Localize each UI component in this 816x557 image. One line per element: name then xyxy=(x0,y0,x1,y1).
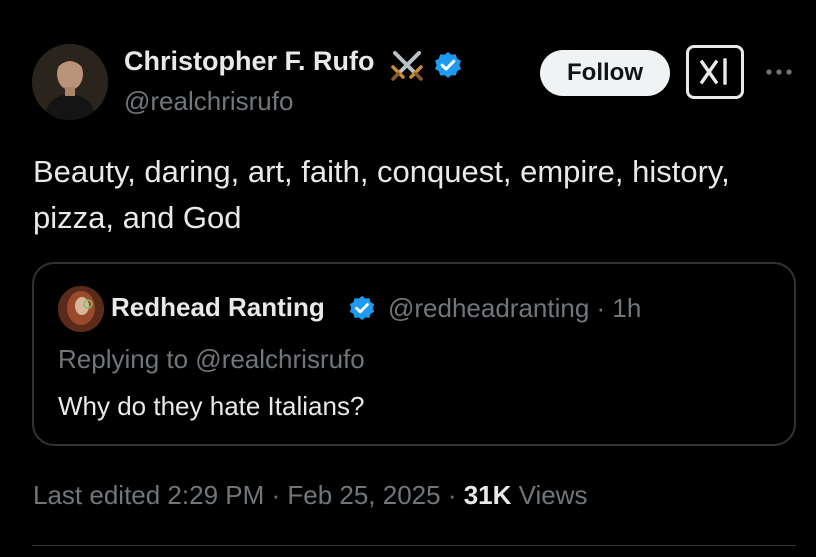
tweet-footer: Last edited 2:29 PM · Feb 25, 2025 · 31K… xyxy=(33,480,588,511)
avatar-image xyxy=(32,44,108,120)
divider xyxy=(32,545,796,546)
crossed-swords-icon xyxy=(391,51,423,81)
quoted-author-name[interactable]: Redhead Ranting xyxy=(111,292,325,323)
quoted-avatar-image xyxy=(58,286,104,332)
author-avatar[interactable] xyxy=(32,44,108,120)
more-options-icon[interactable] xyxy=(762,58,796,86)
grok-icon xyxy=(699,58,727,85)
follow-button[interactable]: Follow xyxy=(540,50,670,96)
quoted-handle-time[interactable]: @redheadranting · 1h xyxy=(388,293,641,324)
views-count: 31K xyxy=(463,480,512,510)
quoted-tweet-card[interactable]: Redhead Ranting @redheadranting · 1h Rep… xyxy=(32,262,796,446)
tweet-timestamp[interactable]: Last edited 2:29 PM · Feb 25, 2025 · xyxy=(33,480,464,510)
verified-badge-icon xyxy=(435,52,461,78)
views-label: Views xyxy=(511,480,588,510)
author-handle[interactable]: @realchrisrufo xyxy=(124,86,293,117)
quoted-tweet-text: Why do they hate Italians? xyxy=(58,391,365,421)
author-name[interactable]: Christopher F. Rufo xyxy=(124,46,375,77)
quoted-author-avatar[interactable] xyxy=(58,286,104,332)
tweet-text: Beauty, daring, art, faith, conquest, em… xyxy=(33,154,730,235)
verified-badge-icon xyxy=(349,295,375,321)
grok-button[interactable] xyxy=(686,45,744,99)
quoted-replying-to: Replying to @realchrisrufo xyxy=(58,344,365,374)
